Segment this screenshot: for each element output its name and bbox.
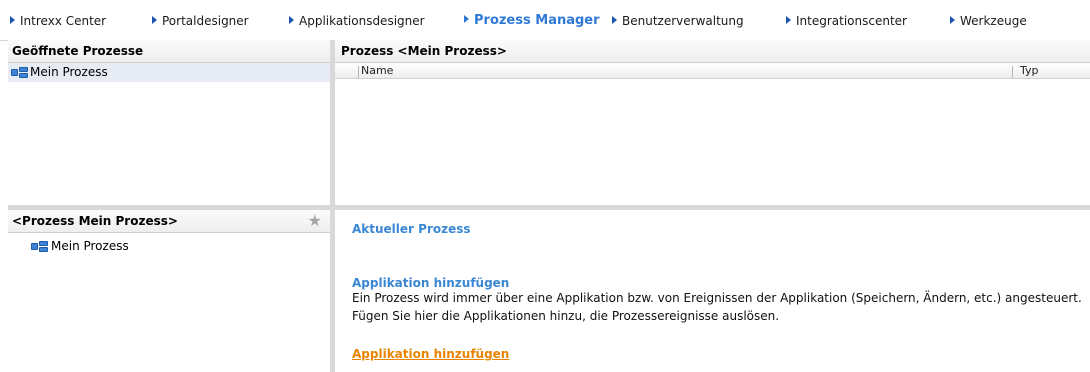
process-icon	[31, 241, 48, 252]
nav-label: Werkzeuge	[960, 14, 1027, 28]
description-line-1: Ein Prozess wird immer über eine Applika…	[352, 291, 1082, 305]
nav-label: Portaldesigner	[162, 14, 249, 28]
tree-item-label: Mein Prozess	[51, 239, 129, 253]
arrow-right-icon	[786, 16, 791, 24]
nav-label: Applikationsdesigner	[299, 14, 425, 28]
process-icon	[11, 67, 28, 78]
arrow-right-icon	[152, 16, 157, 24]
process-panel: Prozess <Mein Prozess> Name Typ	[335, 40, 1090, 205]
star-icon[interactable]: ★	[308, 213, 322, 229]
column-separator[interactable]	[1012, 66, 1013, 78]
nav-label: Prozess Manager	[474, 13, 600, 28]
nav-benutzerverwaltung[interactable]: Benutzerverwaltung	[612, 13, 744, 29]
column-header-name[interactable]: Name	[335, 63, 1012, 79]
process-tree-title: <Prozess Mein Prozess>	[8, 210, 330, 233]
list-item-label: Mein Prozess	[30, 65, 108, 79]
nav-integrationscenter[interactable]: Integrationscenter	[786, 13, 907, 29]
nav-werkzeuge[interactable]: Werkzeuge	[950, 13, 1027, 29]
nav-label: Benutzerverwaltung	[622, 14, 744, 28]
top-navigation: Intrexx Center Portaldesigner Applikatio…	[0, 0, 1090, 41]
workspace-frame: Geöffnete Prozesse Mein Prozess Prozess …	[8, 40, 1090, 372]
nav-label: Integrationscenter	[796, 14, 907, 28]
current-process-heading: Aktueller Prozess	[352, 222, 471, 236]
process-tree-panel: <Prozess Mein Prozess> ★ Mein Prozess	[8, 210, 330, 372]
arrow-right-icon	[10, 16, 15, 24]
column-separator	[358, 66, 359, 78]
column-name-label: Name	[361, 64, 394, 77]
list-item-mein-prozess[interactable]: Mein Prozess	[8, 63, 330, 82]
nav-intrexx-center[interactable]: Intrexx Center	[10, 13, 106, 29]
column-header-typ[interactable]: Typ	[1012, 63, 1090, 79]
nav-prozess-manager[interactable]: Prozess Manager	[464, 13, 600, 29]
nav-portaldesigner[interactable]: Portaldesigner	[152, 13, 249, 29]
column-typ-label: Typ	[1020, 64, 1039, 77]
description-line-2: Fügen Sie hier die Applikationen hinzu, …	[352, 309, 780, 323]
process-info-panel: Aktueller Prozess Applikation hinzufügen…	[335, 210, 1090, 372]
arrow-right-icon	[612, 16, 617, 24]
arrow-right-icon	[289, 16, 294, 24]
arrow-right-icon	[950, 16, 955, 24]
nav-label: Intrexx Center	[20, 14, 107, 28]
arrow-right-icon	[464, 15, 469, 23]
tree-item-mein-prozess[interactable]: Mein Prozess	[8, 237, 330, 256]
process-title: Prozess <Mein Prozess>	[335, 40, 1090, 63]
nav-applikationsdesigner[interactable]: Applikationsdesigner	[289, 13, 425, 29]
open-processes-title: Geöffnete Prozesse	[8, 40, 330, 63]
add-application-title: Applikation hinzufügen	[352, 276, 510, 290]
add-application-link[interactable]: Applikation hinzufügen	[352, 347, 509, 361]
open-processes-panel: Geöffnete Prozesse Mein Prozess	[8, 40, 330, 205]
